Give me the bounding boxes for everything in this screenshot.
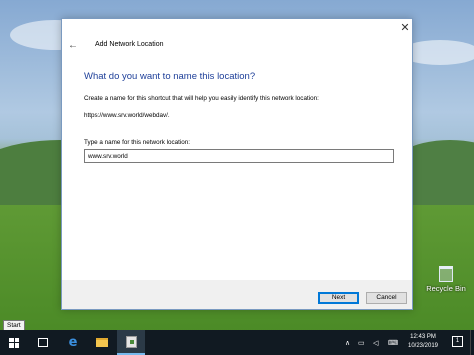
location-name-input[interactable] [84,149,394,163]
next-button[interactable]: Next [318,292,359,304]
file-explorer-button[interactable] [88,330,116,355]
network-tray-icon[interactable]: ▭ [358,330,365,355]
show-desktop-button[interactable] [470,330,474,355]
add-network-location-dialog: ← Add Network Location ✕ What do you wan… [61,18,413,310]
close-icon[interactable]: ✕ [398,21,412,35]
name-field-label: Type a name for this network location: [84,139,191,146]
recycle-bin-label: Recycle Bin [426,284,466,293]
start-button[interactable] [0,330,28,355]
edge-icon: e [68,335,78,350]
folder-icon [96,338,108,347]
recycle-bin-icon [439,266,453,282]
description-text: Create a name for this shortcut that wil… [84,95,319,102]
clock-time: 12:43 PM [410,334,436,340]
taskbar: e ∧ ▭ ◁ ⌨ 12:43 PM 10/23/2019 1 [0,330,474,355]
keyboard-icon[interactable]: ⌨ [388,330,398,355]
clock-date: 10/23/2019 [407,343,439,349]
notification-center-icon[interactable]: 1 [452,336,463,347]
task-view-button[interactable] [29,330,57,355]
show-hidden-icons-chevron[interactable]: ∧ [345,330,350,355]
volume-icon[interactable]: ◁ [373,330,378,355]
dialog-footer: Next Cancel [62,280,412,309]
cancel-button[interactable]: Cancel [366,292,407,304]
dialog-title: Add Network Location [95,41,164,48]
task-view-icon [38,338,48,347]
notification-count: 1 [455,338,460,344]
location-url: https://www.srv.world/webdav/. [84,112,170,119]
page-heading: What do you want to name this location? [84,71,256,82]
network-wizard-taskbar-button[interactable] [117,330,145,355]
back-arrow-icon[interactable]: ← [66,39,80,53]
edge-button[interactable]: e [59,330,87,355]
dialog-titlebar: ← Add Network Location ✕ [62,19,412,71]
network-wizard-icon [125,335,137,348]
system-clock[interactable]: 12:43 PM 10/23/2019 [403,333,443,351]
windows-icon [9,337,19,348]
recycle-bin[interactable]: Recycle Bin [424,266,468,306]
